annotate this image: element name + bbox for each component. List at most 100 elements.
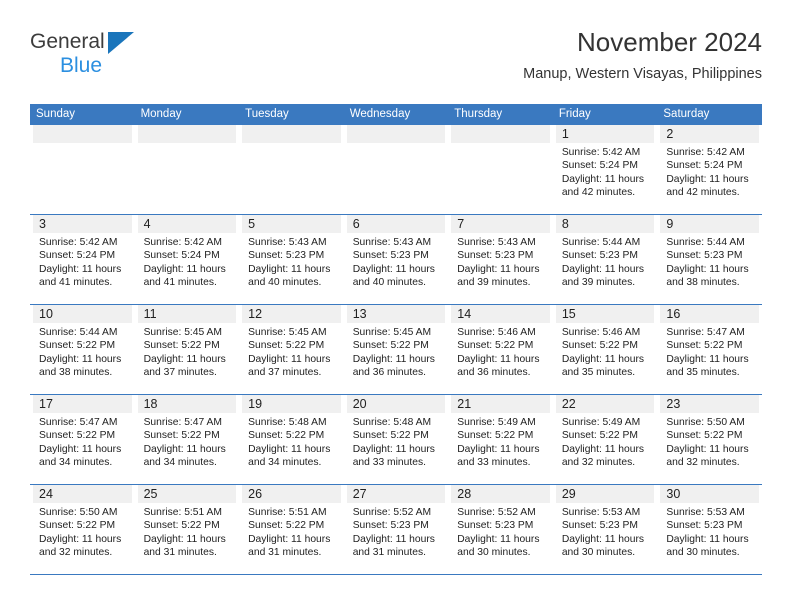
calendar-day-cell — [448, 125, 553, 215]
daylight-text-line1: Daylight: 11 hours — [143, 263, 226, 275]
calendar-day-cell[interactable]: 12 Sunrise: 5:45 AM Sunset: 5:22 PM Dayligh… — [239, 304, 344, 395]
day-cell-inner: 11 Sunrise: 5:45 AM Sunset: 5:22 PM Dayligh… — [135, 305, 240, 394]
daylight-text-line1: Daylight: 11 hours — [666, 263, 749, 275]
generalblue-logo[interactable]: General Blue — [30, 30, 150, 82]
day-number: 5 — [242, 215, 341, 233]
day-cell-inner — [239, 125, 344, 214]
day-cell-inner: 4 Sunrise: 5:42 AM Sunset: 5:24 PM Daylight… — [135, 215, 240, 304]
calendar-day-cell[interactable]: 2 Sunrise: 5:42 AM Sunset: 5:24 PM Daylight… — [657, 125, 762, 215]
sunset-text: Sunset: 5:24 PM — [561, 160, 638, 172]
calendar-day-cell[interactable]: 9 Sunrise: 5:44 AM Sunset: 5:23 PM Daylight… — [657, 214, 762, 305]
title-block: November 2024 Manup, Western Visayas, Ph… — [523, 26, 762, 83]
daylight-text-line2: and 39 minutes. — [457, 277, 531, 289]
sunset-text: Sunset: 5:24 PM — [143, 250, 220, 262]
daylight-text-line1: Daylight: 11 hours — [666, 443, 749, 455]
sun-info: Sunrise: 5:45 AM Sunset: 5:22 PM Daylight:… — [242, 323, 341, 380]
day-number: 11 — [137, 305, 237, 323]
calendar-day-cell[interactable]: 7 Sunrise: 5:43 AM Sunset: 5:23 PM Daylight… — [448, 214, 553, 305]
day-cell-inner: 17 Sunrise: 5:47 AM Sunset: 5:22 PM Dayligh… — [30, 395, 135, 484]
calendar-day-cell[interactable]: 8 Sunrise: 5:44 AM Sunset: 5:23 PM Daylight… — [552, 214, 658, 305]
sunset-text: Sunset: 5:22 PM — [248, 430, 325, 442]
calendar-day-cell[interactable]: 20 Sunrise: 5:48 AM Sunset: 5:22 PM Dayligh… — [343, 394, 449, 485]
calendar-day-cell[interactable]: 29 Sunrise: 5:53 AM Sunset: 5:23 PM Dayligh… — [552, 484, 658, 575]
day-number: 9 — [660, 215, 759, 233]
day-number: 3 — [33, 215, 132, 233]
calendar-day-cell[interactable]: 22 Sunrise: 5:49 AM Sunset: 5:22 PM Dayligh… — [552, 394, 658, 485]
calendar-day-cell[interactable]: 3 Sunrise: 5:42 AM Sunset: 5:24 PM Daylight… — [30, 214, 135, 305]
sun-info: Sunrise: 5:48 AM Sunset: 5:22 PM Daylight:… — [242, 413, 341, 470]
daylight-text-line2: and 30 minutes. — [561, 547, 636, 559]
sun-info: Sunrise: 5:47 AM Sunset: 5:22 PM Daylight:… — [138, 413, 237, 470]
calendar-week-row: 3 Sunrise: 5:42 AM Sunset: 5:24 PM Daylight… — [30, 214, 762, 305]
calendar-day-cell[interactable]: 18 Sunrise: 5:47 AM Sunset: 5:22 PM Dayligh… — [134, 394, 240, 485]
calendar-day-cell[interactable]: 28 Sunrise: 5:52 AM Sunset: 5:23 PM Dayligh… — [448, 484, 553, 575]
daylight-text-line2: and 38 minutes. — [39, 367, 113, 379]
day-number: 12 — [242, 305, 341, 323]
calendar-body: 1 Sunrise: 5:42 AM Sunset: 5:24 PM Daylight… — [30, 125, 762, 575]
calendar-day-cell[interactable]: 19 Sunrise: 5:48 AM Sunset: 5:22 PM Dayligh… — [239, 394, 344, 485]
calendar-day-cell[interactable]: 11 Sunrise: 5:45 AM Sunset: 5:22 PM Dayligh… — [134, 304, 240, 395]
calendar-day-cell[interactable]: 13 Sunrise: 5:45 AM Sunset: 5:22 PM Dayligh… — [343, 304, 449, 395]
sunset-text: Sunset: 5:22 PM — [666, 430, 743, 442]
daylight-text-line2: and 32 minutes. — [39, 547, 113, 559]
sunset-text: Sunset: 5:23 PM — [666, 250, 743, 262]
daylight-text-line1: Daylight: 11 hours — [39, 533, 122, 545]
sun-info: Sunrise: 5:42 AM Sunset: 5:24 PM Daylight:… — [660, 143, 759, 200]
day-number: 1 — [555, 125, 655, 143]
calendar-day-cell[interactable]: 21 Sunrise: 5:49 AM Sunset: 5:22 PM Dayligh… — [448, 394, 553, 485]
daylight-text-line1: Daylight: 11 hours — [457, 533, 540, 545]
calendar-day-cell[interactable]: 14 Sunrise: 5:46 AM Sunset: 5:22 PM Dayligh… — [448, 304, 553, 395]
calendar-day-cell[interactable]: 23 Sunrise: 5:50 AM Sunset: 5:22 PM Dayligh… — [657, 394, 762, 485]
day-cell-inner: 22 Sunrise: 5:49 AM Sunset: 5:22 PM Dayligh… — [553, 395, 658, 484]
weekday-header-wednesday: Wednesday — [343, 104, 449, 125]
calendar-day-cell[interactable]: 30 Sunrise: 5:53 AM Sunset: 5:23 PM Dayligh… — [657, 484, 762, 575]
calendar-day-cell — [134, 125, 240, 215]
calendar-day-cell[interactable]: 24 Sunrise: 5:50 AM Sunset: 5:22 PM Dayligh… — [30, 484, 135, 575]
sunset-text: Sunset: 5:22 PM — [352, 340, 429, 352]
day-cell-inner: 6 Sunrise: 5:43 AM Sunset: 5:23 PM Daylight… — [344, 215, 449, 304]
sunrise-text: Sunrise: 5:44 AM — [666, 237, 745, 248]
calendar-day-cell[interactable]: 6 Sunrise: 5:43 AM Sunset: 5:23 PM Daylight… — [343, 214, 449, 305]
calendar-day-cell — [239, 125, 344, 215]
sunset-text: Sunset: 5:24 PM — [39, 250, 116, 262]
calendar-day-cell[interactable]: 10 Sunrise: 5:44 AM Sunset: 5:22 PM Dayligh… — [30, 304, 135, 395]
day-cell-inner: 29 Sunrise: 5:53 AM Sunset: 5:23 PM Dayligh… — [553, 485, 658, 574]
calendar-day-cell[interactable]: 15 Sunrise: 5:46 AM Sunset: 5:22 PM Dayligh… — [552, 304, 658, 395]
daylight-text-line2: and 35 minutes. — [666, 367, 740, 379]
daylight-text-line1: Daylight: 11 hours — [352, 353, 435, 365]
daylight-text-line2: and 37 minutes. — [248, 367, 322, 379]
sun-info: Sunrise: 5:49 AM Sunset: 5:22 PM Daylight:… — [556, 413, 655, 470]
weekday-header-row: Sunday Monday Tuesday Wednesday Thursday… — [30, 104, 762, 125]
day-cell-inner — [135, 125, 240, 214]
sunset-text: Sunset: 5:22 PM — [39, 430, 116, 442]
day-cell-inner: 30 Sunrise: 5:53 AM Sunset: 5:23 PM Dayligh… — [657, 485, 762, 574]
page-header: General Blue November 2024 Manup, Wester… — [30, 26, 762, 98]
sunset-text: Sunset: 5:22 PM — [39, 340, 116, 352]
sunrise-text: Sunrise: 5:45 AM — [352, 327, 432, 338]
day-number: 25 — [137, 485, 237, 503]
calendar-day-cell[interactable]: 1 Sunrise: 5:42 AM Sunset: 5:24 PM Daylight… — [552, 125, 658, 215]
day-cell-inner: 15 Sunrise: 5:46 AM Sunset: 5:22 PM Dayligh… — [553, 305, 658, 394]
sun-info: Sunrise: 5:46 AM Sunset: 5:22 PM Daylight:… — [451, 323, 550, 380]
sun-info: Sunrise: 5:43 AM Sunset: 5:23 PM Daylight:… — [451, 233, 550, 290]
daylight-text-line1: Daylight: 11 hours — [352, 443, 435, 455]
daylight-text-line1: Daylight: 11 hours — [561, 533, 645, 545]
day-cell-inner: 24 Sunrise: 5:50 AM Sunset: 5:22 PM Dayligh… — [30, 485, 135, 574]
calendar-day-cell[interactable]: 16 Sunrise: 5:47 AM Sunset: 5:22 PM Dayligh… — [657, 304, 762, 395]
calendar-day-cell[interactable]: 17 Sunrise: 5:47 AM Sunset: 5:22 PM Dayligh… — [30, 394, 135, 485]
calendar-day-cell[interactable]: 27 Sunrise: 5:52 AM Sunset: 5:23 PM Dayligh… — [343, 484, 449, 575]
sun-info: Sunrise: 5:42 AM Sunset: 5:24 PM Daylight:… — [33, 233, 132, 290]
logo-triangle-icon — [108, 32, 134, 54]
calendar-day-cell[interactable]: 26 Sunrise: 5:51 AM Sunset: 5:22 PM Dayligh… — [239, 484, 344, 575]
daylight-text-line2: and 31 minutes. — [352, 547, 426, 559]
day-number — [451, 125, 550, 143]
sun-info: Sunrise: 5:45 AM Sunset: 5:22 PM Daylight:… — [347, 323, 446, 380]
daylight-text-line2: and 41 minutes. — [143, 277, 217, 289]
calendar-day-cell[interactable]: 25 Sunrise: 5:51 AM Sunset: 5:22 PM Dayligh… — [134, 484, 240, 575]
daylight-text-line2: and 38 minutes. — [666, 277, 740, 289]
calendar-day-cell[interactable]: 4 Sunrise: 5:42 AM Sunset: 5:24 PM Daylight… — [134, 214, 240, 305]
sunrise-text: Sunrise: 5:45 AM — [248, 327, 327, 338]
weekday-header-thursday: Thursday — [448, 104, 553, 125]
calendar-day-cell[interactable]: 5 Sunrise: 5:43 AM Sunset: 5:23 PM Daylight… — [239, 214, 344, 305]
sunset-text: Sunset: 5:22 PM — [248, 340, 325, 352]
